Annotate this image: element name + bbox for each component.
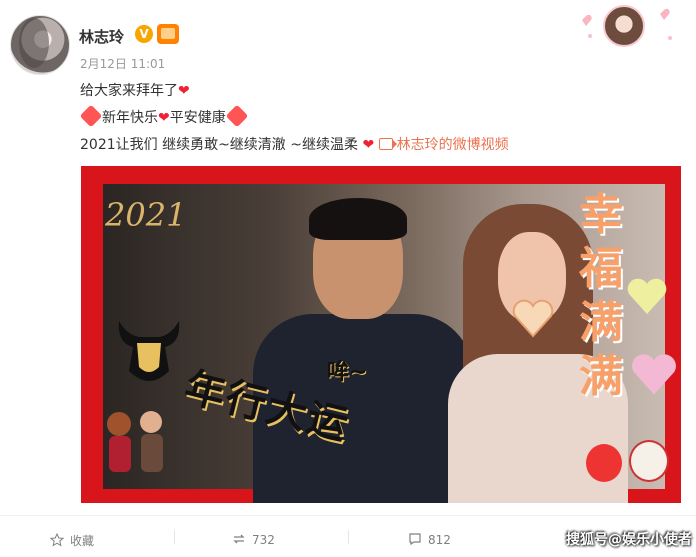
avatar[interactable] — [10, 15, 70, 75]
repost-button[interactable]: 732 — [232, 532, 275, 547]
verified-badge-icon: V — [135, 25, 153, 43]
video-link[interactable]: 林志玲的微博视频 — [378, 137, 509, 153]
fu-emoji-icon — [79, 104, 103, 128]
author-name[interactable]: 林志玲 — [79, 26, 124, 47]
post-line-1: 给大家来拜年了❤ — [80, 80, 190, 100]
decoration-avatar — [603, 5, 645, 47]
daruma-red-icon — [586, 444, 622, 482]
video-icon — [378, 138, 397, 150]
year-text: 2021 — [105, 196, 187, 234]
heart-icon — [632, 354, 676, 395]
repost-icon — [233, 534, 245, 544]
heart-icon — [627, 278, 667, 314]
comment-icon — [409, 533, 421, 546]
collect-button[interactable]: 收藏 — [50, 532, 94, 549]
message-text: 2021让我们 继续勇敢~继续清澈 ~继续温柔 — [80, 137, 358, 153]
comment-count: 812 — [428, 533, 451, 547]
vip-badge-icon[interactable] — [157, 24, 179, 44]
wish-text-2: 平安健康 — [169, 110, 226, 126]
video-link-label: 林志玲的微博视频 — [396, 137, 509, 153]
wish-text-1: 新年快乐 — [102, 110, 158, 126]
star-icon — [50, 533, 64, 547]
heart-icon: ❤ — [158, 110, 170, 126]
watermark: 搜狐号@娱乐小使者 — [566, 532, 692, 548]
fu-emoji-icon — [225, 104, 249, 128]
action-bar: 收藏 732 812 搜狐号@娱乐小使者 — [0, 515, 696, 557]
post-line-3: 2021让我们 继续勇敢~继续清澈 ~继续温柔 ❤ 林志玲的微博视频 — [80, 134, 509, 154]
video-thumbnail[interactable]: 2021 哞~ 年行大运 幸福满满 — [81, 166, 681, 503]
comment-button[interactable]: 812 — [408, 532, 451, 547]
heart-icon: ❤ — [362, 137, 379, 153]
post-time[interactable]: 2月12日 11:01 — [80, 55, 165, 72]
greeting-text: 给大家来拜年了 — [80, 83, 178, 99]
cartoon-couple-icon — [107, 411, 163, 472]
post-line-2: 新年快乐❤平安健康 — [79, 104, 249, 128]
daruma-white-icon — [629, 440, 669, 482]
vertical-blessing: 幸福满满 — [579, 189, 623, 402]
ox-head-icon — [118, 321, 180, 381]
divider — [174, 530, 175, 544]
repost-count: 732 — [252, 533, 275, 547]
divider — [348, 530, 349, 544]
heart-icon — [512, 299, 554, 338]
collect-label: 收藏 — [70, 534, 95, 548]
moo-caption: 哞~ — [327, 360, 368, 385]
heart-icon: ❤ — [178, 83, 190, 99]
